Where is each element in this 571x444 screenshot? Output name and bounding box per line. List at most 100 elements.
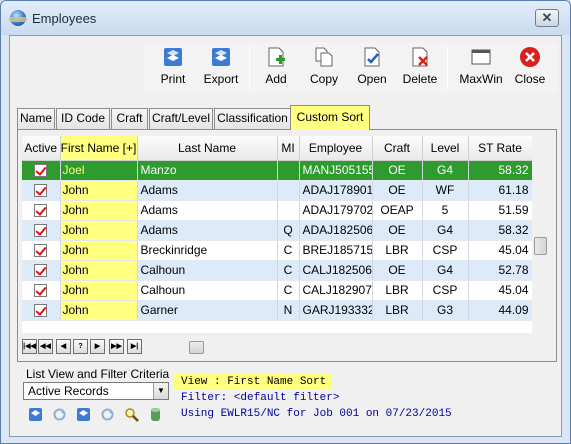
last-name-cell: Adams <box>137 200 278 221</box>
table-row[interactable]: Joel Manzo MANJ505155 OE G4 58.32 <box>22 160 532 181</box>
mi-cell: C <box>277 260 300 281</box>
last-name-cell: Calhoun <box>137 260 278 281</box>
active-checkbox-icon[interactable] <box>34 304 48 318</box>
view-icon[interactable] <box>28 407 43 422</box>
active-checkbox[interactable] <box>22 200 61 221</box>
st-rate-cell: 51.59 <box>468 200 532 221</box>
add-button[interactable]: Add <box>262 44 290 92</box>
refresh-filter-icon[interactable] <box>100 407 115 422</box>
tab-id-code[interactable]: ID Code <box>56 108 110 129</box>
table-row[interactable]: John Garner N GARJ193332 LBR G3 44.09 <box>22 300 532 321</box>
active-checkbox[interactable] <box>22 240 61 261</box>
table-row[interactable]: John Calhoun C CALJ182907 LBR CSP 45.04 <box>22 280 532 301</box>
active-checkbox-icon[interactable] <box>34 244 48 258</box>
active-checkbox-icon[interactable] <box>34 224 48 238</box>
tab-custom-sort[interactable]: Custom Sort <box>290 105 370 130</box>
window-close-button[interactable]: ✕ <box>535 9 559 27</box>
maximize-window-icon <box>471 49 491 65</box>
nav-next-button[interactable]: ▶ <box>90 339 105 354</box>
nav-help-button[interactable]: ? <box>73 339 88 354</box>
close-button[interactable]: Close <box>513 44 547 92</box>
col-st-rate[interactable]: ST Rate <box>468 136 532 161</box>
search-icon[interactable] <box>124 407 139 422</box>
active-checkbox[interactable] <box>22 160 61 181</box>
table-row[interactable]: John Calhoun C CALJ182506 OE G4 52.78 <box>22 260 532 281</box>
nav-last-button[interactable]: ▶| <box>127 339 142 354</box>
vertical-scroll-thumb[interactable] <box>534 237 547 255</box>
delete-button[interactable]: Delete <box>401 44 439 92</box>
delete-icon <box>412 47 428 67</box>
col-active[interactable]: Active <box>22 136 61 161</box>
refresh-view-icon[interactable] <box>52 407 67 422</box>
print-button[interactable]: Print <box>156 44 190 92</box>
active-checkbox-icon[interactable] <box>34 164 48 178</box>
open-icon <box>364 47 380 67</box>
add-icon <box>268 47 285 67</box>
table-row[interactable]: John Adams ADAJ179702 OEAP 5 51.59 <box>22 200 532 221</box>
horizontal-scroll-thumb[interactable] <box>189 341 204 354</box>
table-row[interactable]: John Breckinridge C BREJ185715 LBR CSP 45.04 <box>22 240 532 261</box>
tab-craft[interactable]: Craft <box>111 108 148 129</box>
active-checkbox-icon[interactable] <box>34 264 48 278</box>
using-status: Using EWLR15/NC for Job 001 on 07/23/201… <box>181 408 452 420</box>
col-craft[interactable]: Craft <box>372 136 423 161</box>
nav-prev-button[interactable]: ◀ <box>56 339 71 354</box>
tab-name[interactable]: Name <box>17 108 55 129</box>
nav-next-page-button[interactable]: ▶▶ <box>109 339 124 354</box>
open-button[interactable]: Open <box>355 44 389 92</box>
st-rate-cell: 44.09 <box>468 300 532 321</box>
level-cell: CSP <box>422 240 469 261</box>
status-info: View : First Name Sort Filter: <default … <box>173 374 452 422</box>
craft-cell: OE <box>372 260 423 281</box>
mi-cell <box>277 200 300 221</box>
employees-window: Employees ✕ Print Export Add Copy Open D… <box>0 0 571 444</box>
col-first-name[interactable]: First Name [+] <box>60 136 138 161</box>
tab-classification[interactable]: Classification <box>214 108 291 129</box>
filter-icon[interactable] <box>76 407 91 422</box>
export-button[interactable]: Export <box>201 44 241 92</box>
active-checkbox[interactable] <box>22 280 61 301</box>
table-row[interactable]: John Adams Q ADAJ182506 OE G4 58.32 <box>22 220 532 241</box>
col-employee[interactable]: Employee <box>299 136 373 161</box>
mi-cell: Q <box>277 220 300 241</box>
copy-button[interactable]: Copy <box>307 44 341 92</box>
database-icon[interactable] <box>148 407 163 422</box>
craft-cell: OE <box>372 160 423 181</box>
last-name-cell: Garner <box>137 300 278 321</box>
col-last-name[interactable]: Last Name <box>137 136 278 161</box>
vertical-scrollbar[interactable] <box>532 136 549 333</box>
col-mi[interactable]: MI <box>277 136 300 161</box>
active-checkbox[interactable] <box>22 180 61 201</box>
col-level[interactable]: Level <box>422 136 469 161</box>
tab-craft-level[interactable]: Craft/Level <box>149 108 213 129</box>
filter-status: Filter: <default filter> <box>181 392 340 404</box>
record-filter-select[interactable]: Active Records ▼ <box>23 382 169 400</box>
first-name-cell: John <box>60 240 138 261</box>
maxwin-button[interactable]: MaxWin <box>458 44 504 92</box>
employee-grid: Active First Name [+] Last Name MI Emplo… <box>22 136 532 333</box>
nav-first-button[interactable]: |◀◀ <box>22 339 37 354</box>
active-checkbox-icon[interactable] <box>34 284 48 298</box>
active-checkbox[interactable] <box>22 220 61 241</box>
nav-prev-page-button[interactable]: ◀◀ <box>38 339 53 354</box>
st-rate-cell: 52.78 <box>468 260 532 281</box>
employee-cell: CALJ182506 <box>299 260 373 281</box>
active-checkbox-icon[interactable] <box>34 204 48 218</box>
st-rate-cell: 61.18 <box>468 180 532 201</box>
first-name-cell: John <box>60 260 138 281</box>
st-rate-cell: 45.04 <box>468 280 532 301</box>
active-checkbox[interactable] <box>22 260 61 281</box>
active-checkbox[interactable] <box>22 300 61 321</box>
copy-icon <box>315 47 333 67</box>
craft-cell: LBR <box>372 300 423 321</box>
mi-cell <box>277 180 300 201</box>
last-name-cell: Manzo <box>137 160 278 181</box>
chevron-down-icon[interactable]: ▼ <box>153 383 168 399</box>
active-checkbox-icon[interactable] <box>34 184 48 198</box>
craft-cell: OE <box>372 180 423 201</box>
view-status: View : First Name Sort <box>173 374 333 390</box>
level-cell: G3 <box>422 300 469 321</box>
last-name-cell: Calhoun <box>137 280 278 301</box>
horizontal-scrollbar[interactable] <box>167 339 532 356</box>
table-row[interactable]: John Adams ADAJ178901 OE WF 61.18 <box>22 180 532 201</box>
